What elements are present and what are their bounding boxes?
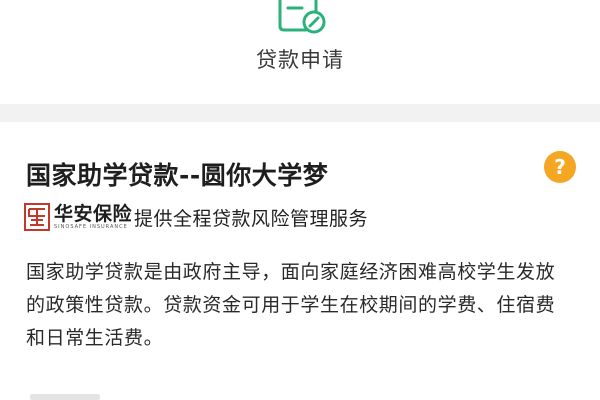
loan-application-document-icon <box>278 0 326 34</box>
insurer-row: 华安保险 SINOSAFE INSURANCE 提供全程贷款风险管理服务 <box>24 200 368 234</box>
brand-english-name: SINOSAFE INSURANCE <box>54 223 128 230</box>
card-title: 国家助学贷款--圆你大学梦 <box>26 161 329 190</box>
help-icon[interactable]: ? <box>544 151 576 183</box>
loan-application-label: 贷款申请 <box>256 48 344 72</box>
student-loan-card[interactable]: 国家助学贷款--圆你大学梦 ? 华安保险 SINOSAFE INSURANCE … <box>0 122 600 400</box>
loan-application-header[interactable]: 贷款申请 <box>0 0 600 104</box>
help-icon-glyph: ? <box>554 155 566 179</box>
brand-block: 华安保险 SINOSAFE INSURANCE <box>54 204 132 231</box>
next-section-placeholder <box>30 394 100 400</box>
section-divider <box>0 104 600 122</box>
brand-name: 华安保险 <box>54 202 133 225</box>
insurer-tagline: 提供全程贷款风险管理服务 <box>134 207 369 230</box>
sinosafe-logo-icon <box>24 203 50 231</box>
loan-description: 国家助学贷款是由政府主导，面向家庭经济困难高校学生发放的政策性贷款。贷款资金可用… <box>26 261 556 349</box>
